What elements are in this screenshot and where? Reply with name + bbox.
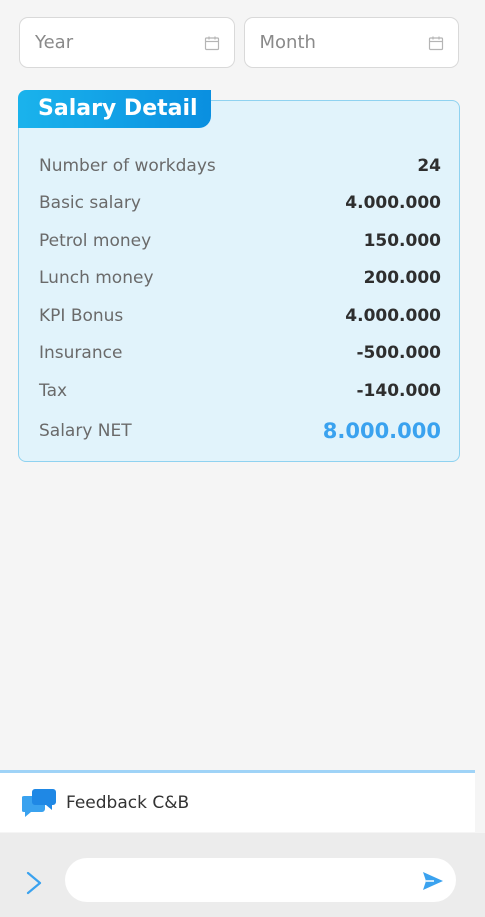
row-label: Basic salary	[39, 193, 141, 214]
salary-row-kpi: KPI Bonus 4.000.000	[39, 297, 441, 335]
row-label: Lunch money	[39, 268, 154, 289]
card-title: Salary Detail	[18, 90, 211, 128]
salary-row-lunch: Lunch money 200.000	[39, 260, 441, 298]
salary-row-petrol: Petrol money 150.000	[39, 222, 441, 260]
chat-bubbles-icon	[22, 788, 56, 817]
row-label: Tax	[39, 380, 68, 401]
year-placeholder: Year	[35, 32, 74, 53]
salary-row-insurance: Insurance -500.000	[39, 335, 441, 373]
salary-rows: Number of workdays 24 Basic salary 4.000…	[39, 147, 441, 450]
calendar-icon	[428, 36, 444, 50]
row-label: Petrol money	[39, 230, 152, 251]
year-picker[interactable]: Year	[19, 17, 235, 68]
net-value: 8.000.000	[322, 419, 441, 444]
feedback-label: Feedback C&B	[66, 792, 190, 813]
row-value: -500.000	[356, 343, 442, 364]
month-picker[interactable]: Month	[243, 17, 459, 68]
row-value: 150.000	[363, 230, 441, 251]
message-input[interactable]	[65, 858, 456, 902]
filter-bar: Year Month	[19, 17, 459, 68]
row-label: Insurance	[39, 343, 123, 364]
feedback-button[interactable]: Feedback C&B	[0, 770, 475, 832]
month-placeholder: Month	[259, 32, 316, 53]
row-value: 24	[417, 155, 441, 176]
salary-row-tax: Tax -140.000	[39, 372, 441, 410]
send-icon[interactable]	[421, 869, 445, 893]
salary-row-basic: Basic salary 4.000.000	[39, 185, 441, 223]
salary-row-workdays: Number of workdays 24	[39, 147, 441, 185]
row-value: -140.000	[356, 380, 442, 401]
row-value: 4.000.000	[345, 305, 441, 326]
chat-input-bar	[0, 833, 485, 917]
net-label: Salary NET	[39, 421, 132, 442]
row-value: 4.000.000	[345, 193, 441, 214]
calendar-icon	[204, 36, 219, 50]
row-value: 200.000	[363, 268, 441, 289]
row-label: KPI Bonus	[39, 305, 124, 326]
salary-detail-card: Salary Detail Number of workdays 24 Basi…	[18, 90, 460, 462]
row-label: Number of workdays	[39, 155, 216, 176]
chevron-right-icon[interactable]	[22, 869, 46, 897]
salary-row-net: Salary NET 8.000.000	[39, 413, 441, 451]
